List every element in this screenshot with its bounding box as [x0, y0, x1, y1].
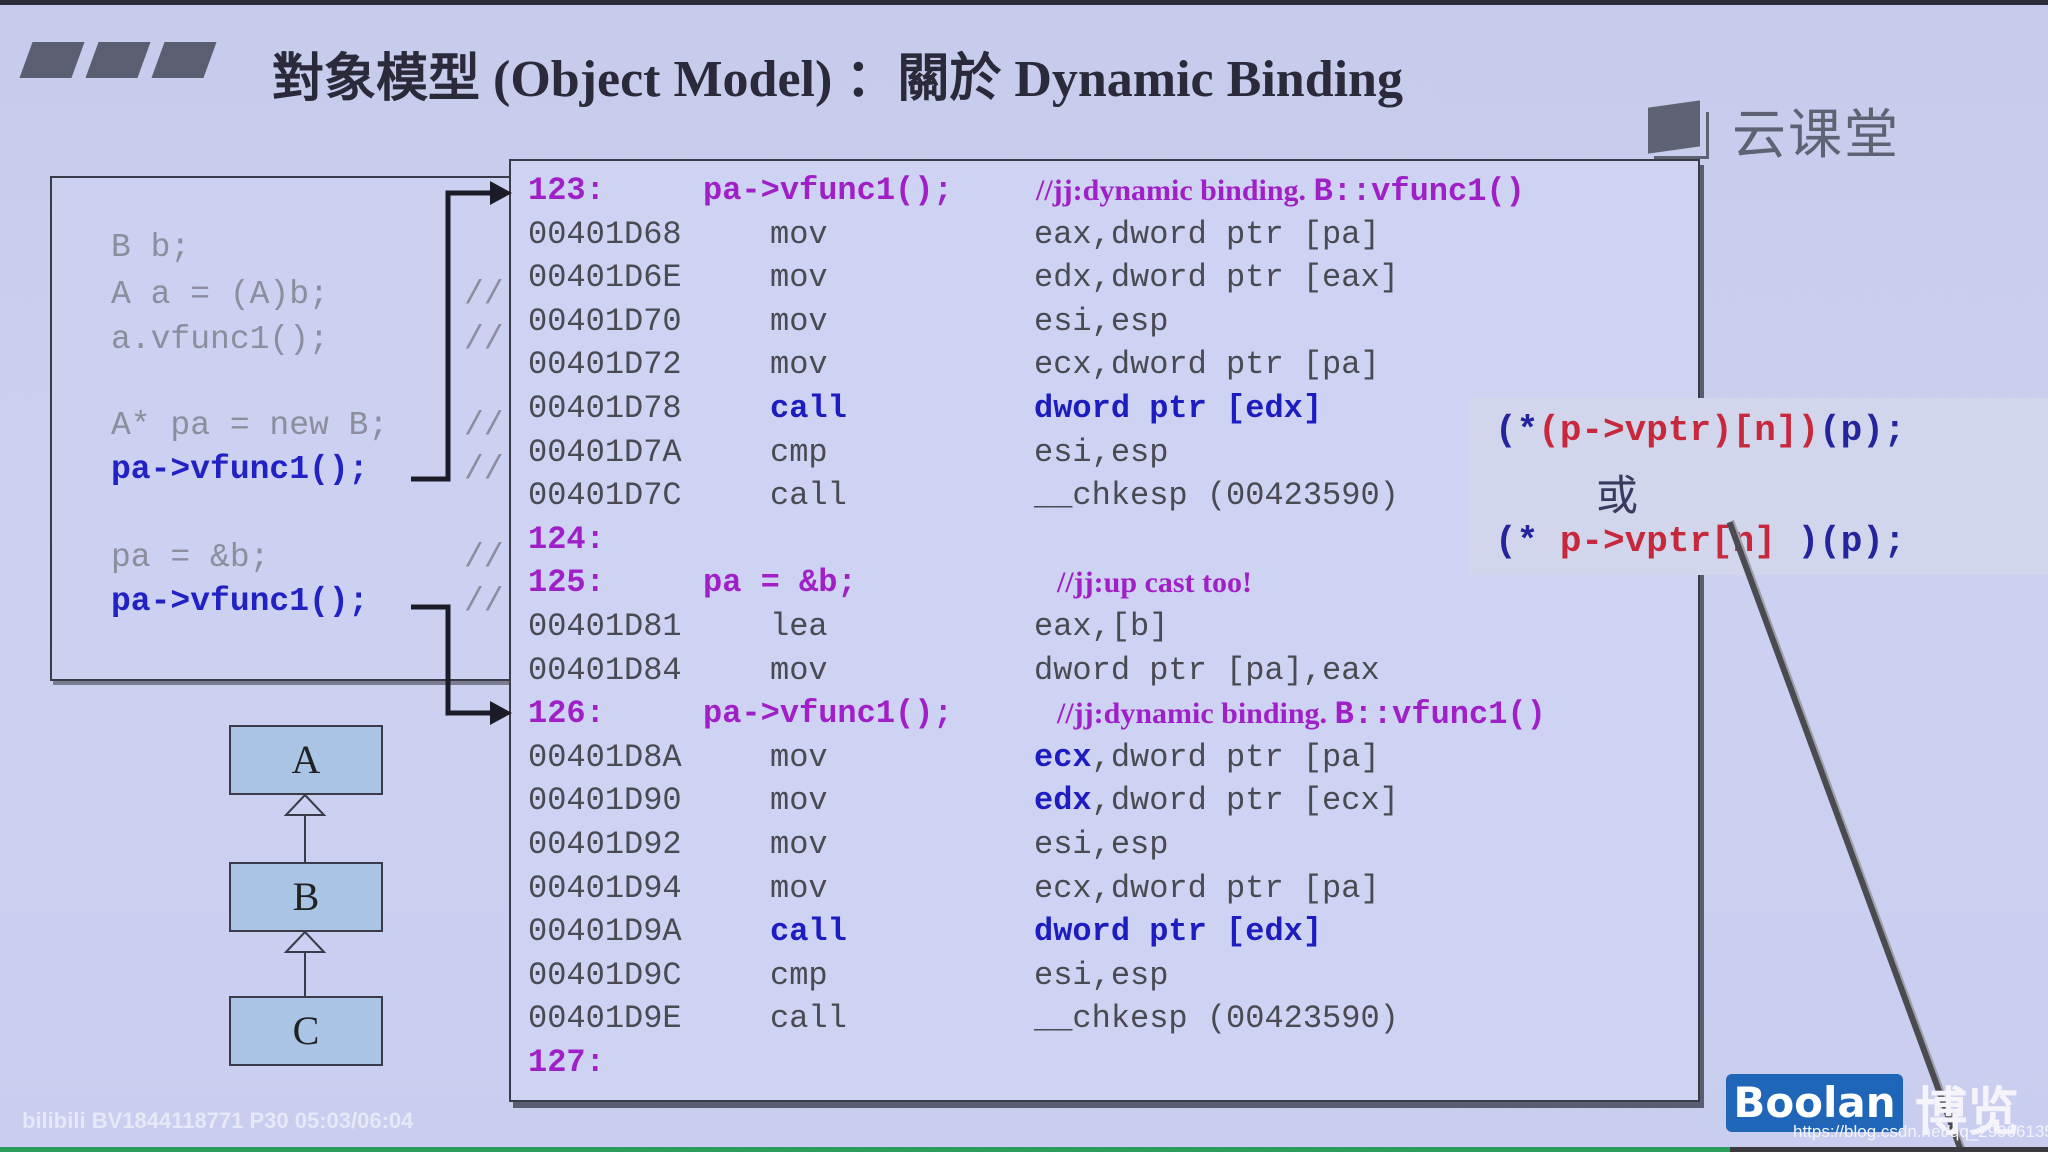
video-info: BV1844118771 P30 05:03/06:04: [91, 1108, 414, 1133]
bilibili-logo-text: bilibili: [22, 1108, 86, 1133]
video-progress-remaining: [1730, 1147, 2048, 1152]
pointer-stick: [1726, 519, 1966, 1152]
bilibili-watermark: bilibili BV1844118771 P30 05:03/06:04: [22, 1108, 413, 1134]
source-url-watermark: https://blog.csdn.net/qq_29906135: [1793, 1122, 2048, 1141]
video-progress-bar[interactable]: [0, 1147, 1730, 1152]
